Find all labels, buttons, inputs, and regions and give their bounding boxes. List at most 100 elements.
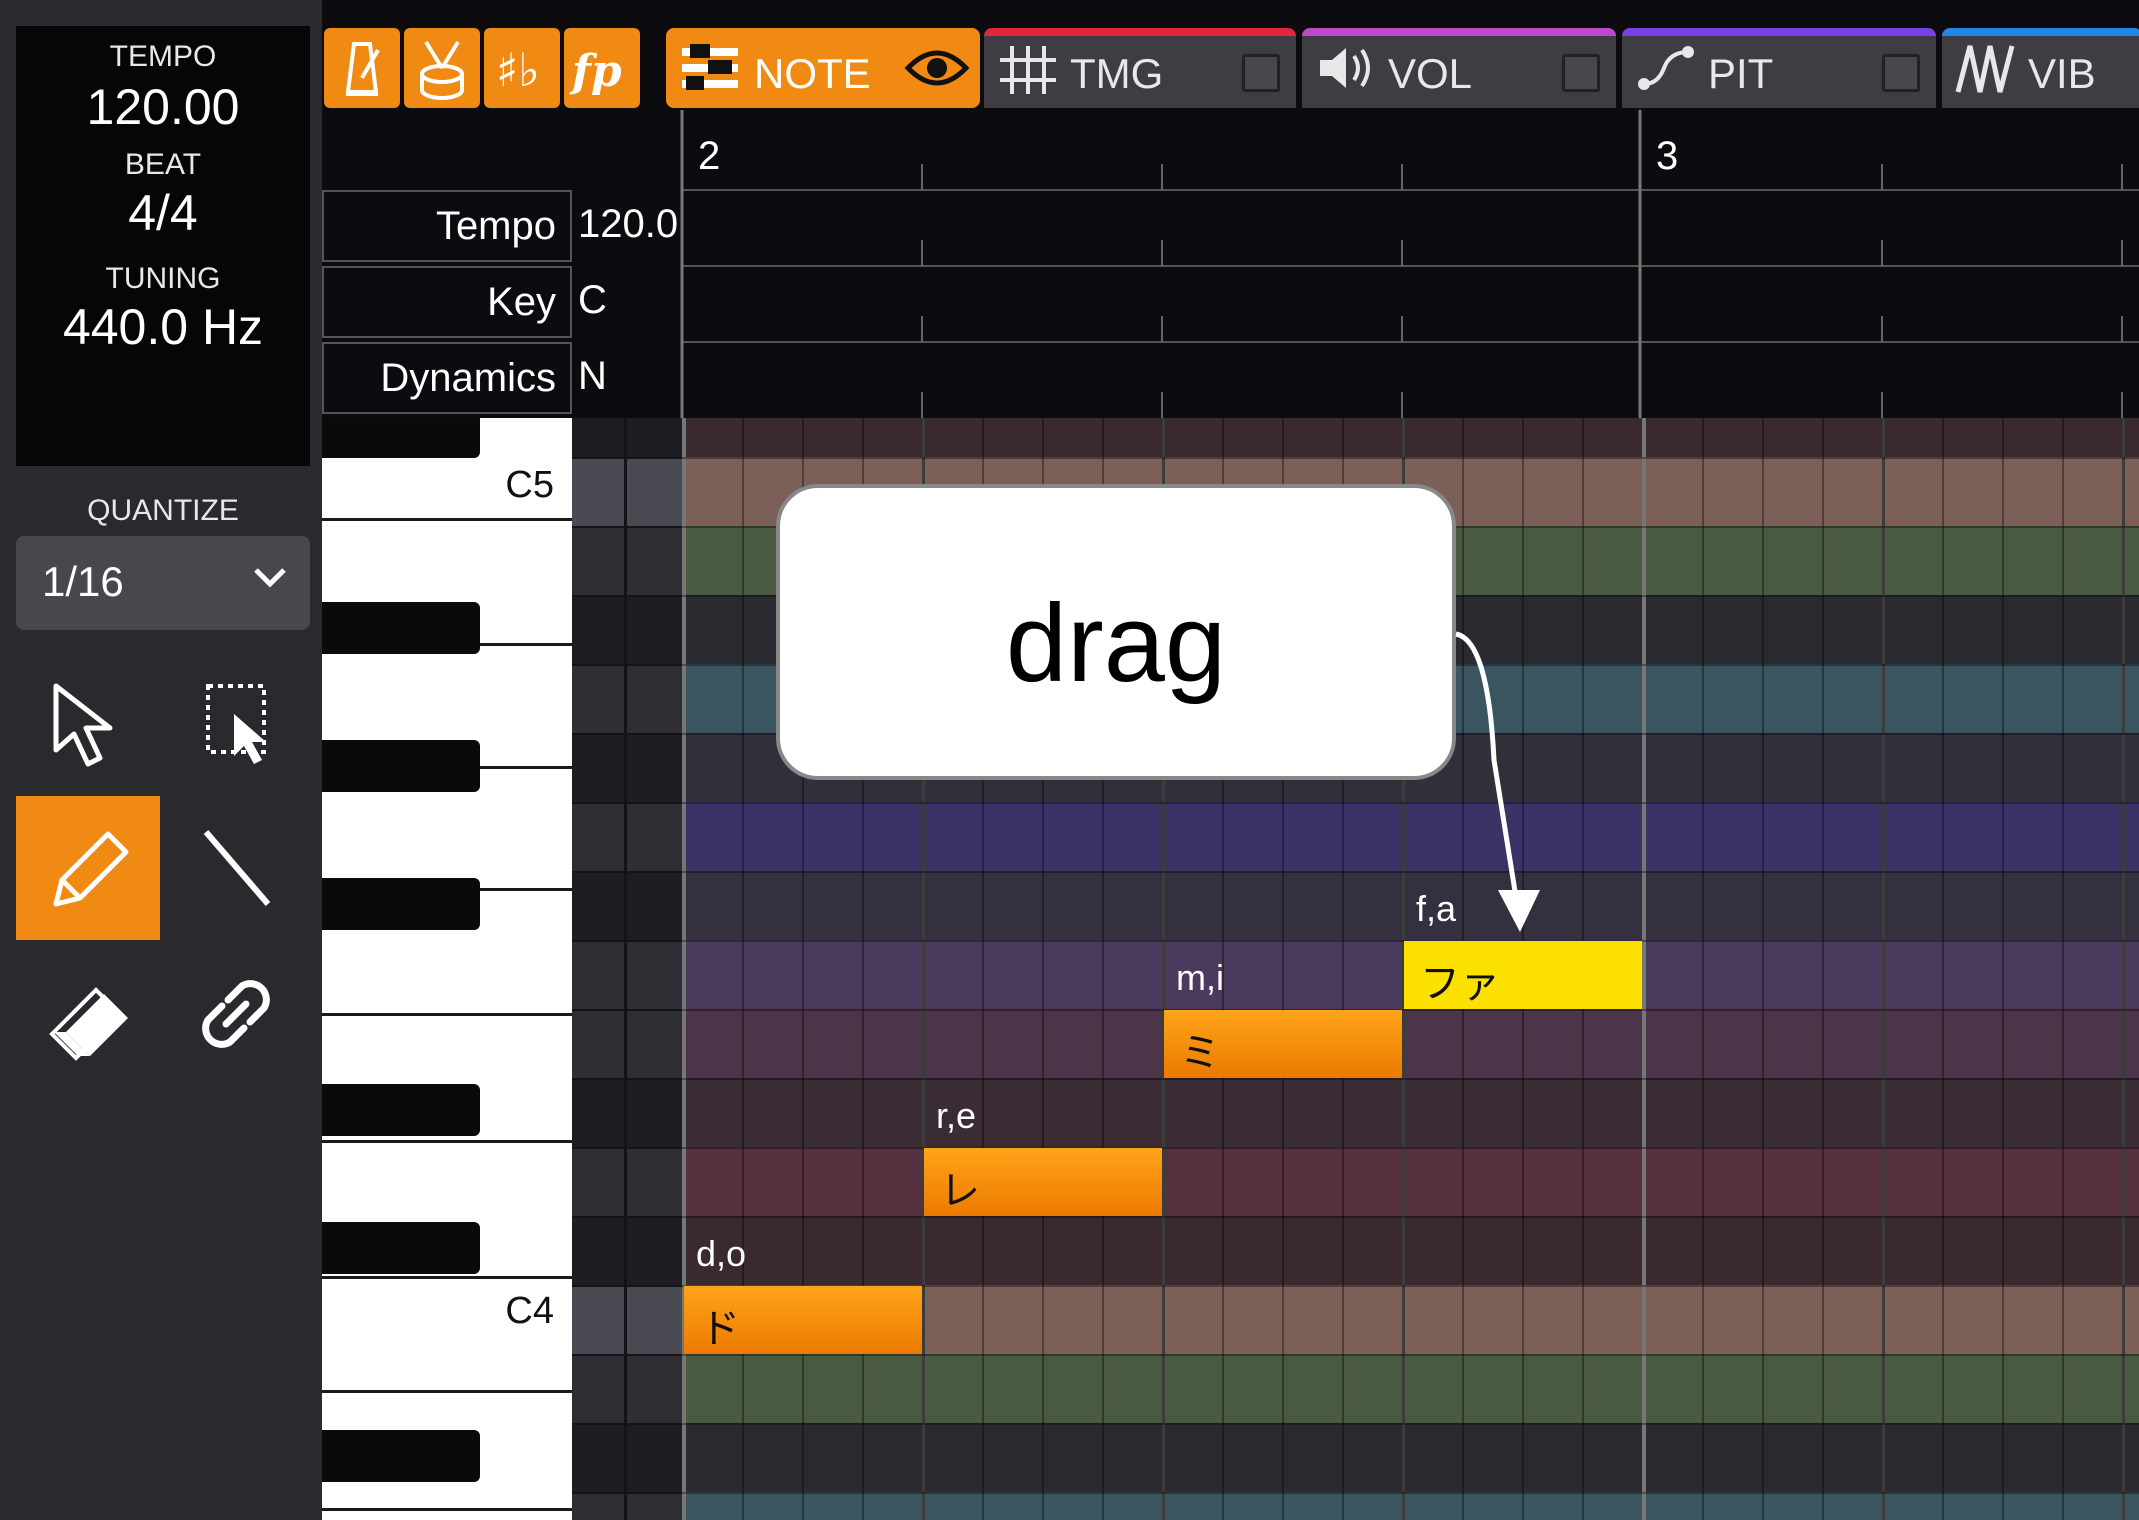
eye-icon[interactable] xyxy=(904,42,970,94)
tab-vibrato-label: VIB xyxy=(2028,50,2096,97)
tab-timing[interactable]: TMG xyxy=(984,28,1296,108)
tab-pitch-label: PIT xyxy=(1708,50,1774,97)
tab-vibrato[interactable]: VIB xyxy=(1942,28,2139,108)
black-key[interactable] xyxy=(322,602,480,654)
row-separator xyxy=(682,1216,2139,1218)
black-key[interactable] xyxy=(322,1084,480,1136)
pitch-row[interactable] xyxy=(682,1354,2139,1423)
pointer-tool-button[interactable] xyxy=(16,650,160,794)
range-select-icon xyxy=(206,684,266,764)
lane-row xyxy=(572,1423,682,1492)
dynamics-row-label: Dynamics xyxy=(322,342,572,414)
dynamics-toggle[interactable]: fp xyxy=(564,28,640,108)
black-key[interactable] xyxy=(322,1430,480,1482)
lane-row xyxy=(572,1009,682,1078)
tempo-row-label: Tempo xyxy=(322,190,572,262)
unlink-tool-button[interactable] xyxy=(164,942,308,1086)
pitch-row[interactable] xyxy=(682,1216,2139,1285)
note[interactable]: ド xyxy=(684,1286,922,1354)
tuning-value[interactable]: 440.0 Hz xyxy=(16,298,310,356)
metronome-toggle[interactable] xyxy=(324,28,400,108)
lane-row xyxy=(572,1078,682,1147)
eraser-tool-button[interactable] xyxy=(16,942,160,1086)
beat-label: BEAT xyxy=(124,148,202,181)
header-grid-lines xyxy=(680,110,2139,418)
pencil-tool-button[interactable] xyxy=(16,796,160,940)
pitch-row[interactable] xyxy=(682,1078,2139,1147)
selected-note[interactable]: ファ xyxy=(1404,941,1642,1009)
tab-pitch-accent xyxy=(1622,28,1936,36)
drag-callout: drag xyxy=(776,484,1456,780)
note[interactable]: ミ xyxy=(1164,1010,1402,1078)
pitch-row[interactable] xyxy=(682,418,2139,457)
key-label-c5: C5 xyxy=(505,464,554,506)
line-tool-button[interactable] xyxy=(164,796,308,940)
lane-row xyxy=(572,457,682,526)
beat-value[interactable]: 4/4 xyxy=(16,184,310,242)
black-key[interactable] xyxy=(322,1222,480,1274)
pitch-row[interactable] xyxy=(682,1009,2139,1078)
row-separator xyxy=(682,457,2139,459)
black-key[interactable] xyxy=(322,418,480,458)
pencil-icon xyxy=(53,831,129,907)
tab-pitch[interactable]: PIT xyxy=(1622,28,1936,108)
white-key-edge xyxy=(322,1508,572,1511)
tab-timing-checkbox[interactable] xyxy=(1242,54,1280,92)
key-label-c4: C4 xyxy=(505,1290,554,1332)
song-info-panel: TEMPO 120.00 BEAT 4/4 TUNING 440.0 Hz xyxy=(16,26,310,466)
lane-row xyxy=(572,940,682,1009)
metronome-icon xyxy=(345,42,380,96)
lane-row xyxy=(572,802,682,871)
piano-roll-icon xyxy=(682,44,738,90)
left-sidebar: TEMPO 120.00 BEAT 4/4 TUNING 440.0 Hz QU… xyxy=(0,0,322,1520)
range-select-tool-button[interactable] xyxy=(164,650,308,794)
callout-arrow xyxy=(1455,631,1540,932)
row-separator xyxy=(682,1354,2139,1356)
lane-row xyxy=(572,595,682,664)
tuning-label: TUNING xyxy=(105,262,221,295)
tempo-value[interactable]: 120.00 xyxy=(16,78,310,136)
pitch-row[interactable] xyxy=(682,802,2139,871)
key-signature-toggle[interactable]: ♯♭ xyxy=(484,28,560,108)
line-icon xyxy=(203,830,271,906)
white-key-edge xyxy=(322,1013,572,1016)
tab-pitch-checkbox[interactable] xyxy=(1882,54,1920,92)
pitch-row[interactable] xyxy=(682,1492,2139,1520)
tab-note[interactable]: NOTE xyxy=(666,28,980,108)
tab-volume[interactable]: VOL xyxy=(1302,28,1616,108)
note[interactable]: レ xyxy=(924,1148,1162,1216)
drum-icon xyxy=(420,40,464,100)
tab-volume-checkbox[interactable] xyxy=(1562,54,1600,92)
pitch-icon xyxy=(1638,46,1694,90)
row-separator xyxy=(682,1009,2139,1011)
lane-row xyxy=(572,733,682,802)
pitch-row[interactable] xyxy=(682,871,2139,940)
row-separator xyxy=(682,1423,2139,1425)
pitch-row[interactable] xyxy=(682,1423,2139,1492)
lane-row xyxy=(572,664,682,733)
row-separator xyxy=(682,1078,2139,1080)
lane-row xyxy=(572,1216,682,1285)
quantize-select[interactable]: 1/16 xyxy=(16,536,310,630)
svg-text:fp: fp xyxy=(569,46,622,97)
white-key-edge xyxy=(322,1390,572,1393)
piano-keyboard[interactable]: C5 C4 xyxy=(322,418,572,1520)
row-separator xyxy=(682,802,2139,804)
lane-row xyxy=(572,1492,682,1520)
black-key[interactable] xyxy=(322,740,480,792)
note-lyric: d,o xyxy=(696,1233,747,1274)
lane-row xyxy=(572,871,682,940)
lane-row xyxy=(572,418,682,457)
volume-icon xyxy=(1320,48,1370,88)
tab-note-label: NOTE xyxy=(754,50,871,97)
white-key-edge xyxy=(322,1276,572,1279)
pitch-row[interactable] xyxy=(682,1147,2139,1216)
chevron-down-icon xyxy=(254,568,286,588)
top-toolbar: ♯♭ fp NOTE TMG VOL PIT VIB xyxy=(322,24,2139,110)
timing-icon xyxy=(1000,46,1056,94)
white-key-edge xyxy=(322,518,572,521)
dynamics-icon: fp xyxy=(569,46,622,97)
lane-row xyxy=(572,1354,682,1423)
black-key[interactable] xyxy=(322,878,480,930)
drum-toggle[interactable] xyxy=(404,28,480,108)
